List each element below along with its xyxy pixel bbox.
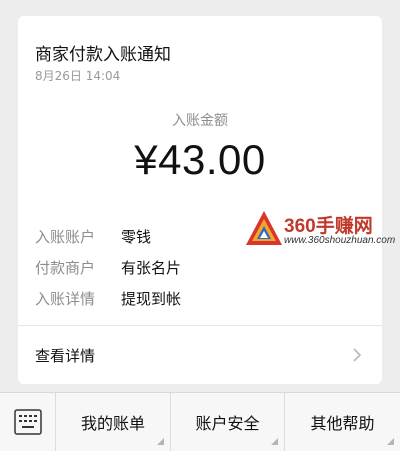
watermark-logo-icon xyxy=(246,211,282,245)
detail-row-info: 入账详情 提现到帐 xyxy=(35,288,181,310)
detail-key: 入账详情 xyxy=(35,290,96,308)
keyboard-icon xyxy=(14,409,42,435)
notification-title: 商家付款入账通知 xyxy=(35,45,171,65)
detail-value: 零钱 xyxy=(121,228,152,246)
keyboard-toggle-button[interactable] xyxy=(0,393,56,451)
watermark: 360手赚网 www.360shouzhuan.com xyxy=(244,207,400,251)
detail-key: 入账账户 xyxy=(35,228,96,246)
detail-row-merchant: 付款商户 有张名片 xyxy=(35,257,181,279)
chevron-right-icon xyxy=(353,348,362,362)
submenu-indicator-icon xyxy=(157,438,164,445)
menu-other-help[interactable]: 其他帮助 xyxy=(285,393,400,451)
submenu-indicator-icon xyxy=(387,438,394,445)
menu-account-security[interactable]: 账户安全 xyxy=(171,393,285,451)
amount-label: 入账金额 xyxy=(172,113,228,129)
detail-value: 有张名片 xyxy=(121,259,182,277)
notification-card: 商家付款入账通知 8月26日 14:04 入账金额 ¥43.00 入账账户 零钱 … xyxy=(18,16,382,384)
menu-label: 其他帮助 xyxy=(310,414,375,433)
amount-value: ¥43.00 xyxy=(134,136,266,183)
bottom-menu-bar: 我的账单 账户安全 其他帮助 xyxy=(0,392,400,451)
detail-row-account: 入账账户 零钱 xyxy=(35,226,151,248)
detail-value: 提现到帐 xyxy=(121,290,182,308)
menu-label: 我的账单 xyxy=(80,414,145,433)
menu-my-bills[interactable]: 我的账单 xyxy=(56,393,171,451)
view-details-label: 查看详情 xyxy=(35,347,96,365)
watermark-text: 360手赚网 xyxy=(284,216,373,237)
detail-key: 付款商户 xyxy=(35,259,96,277)
submenu-indicator-icon xyxy=(271,438,278,445)
notification-time: 8月26日 14:04 xyxy=(35,69,121,83)
view-details-button[interactable]: 查看详情 xyxy=(18,326,382,384)
menu-label: 账户安全 xyxy=(195,414,260,433)
watermark-url: www.360shouzhuan.com xyxy=(284,235,396,246)
